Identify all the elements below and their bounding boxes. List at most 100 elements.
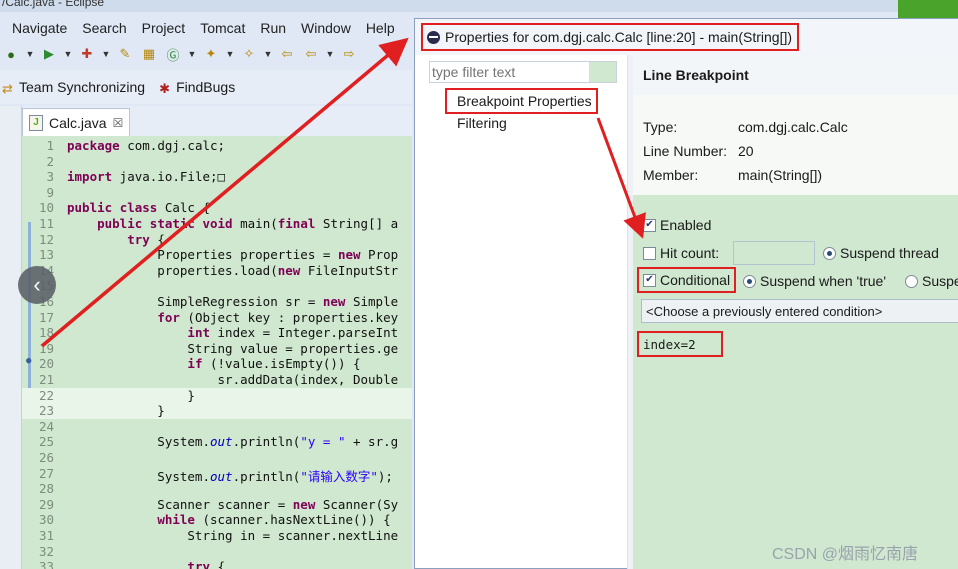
- menu-run[interactable]: Run: [260, 20, 286, 40]
- run-icon[interactable]: ▶: [40, 45, 58, 63]
- code-text: System.out.println("y = " + sr.g: [67, 434, 399, 450]
- suspend-thread-label: Suspend thread: [840, 245, 939, 261]
- new-class-icon[interactable]: Ⓖ: [164, 45, 182, 63]
- filter-clear-area: [589, 62, 616, 82]
- code-line: 25 System.out.println("y = " + sr.g: [22, 434, 412, 450]
- annotation-icon[interactable]: ✧: [240, 45, 258, 63]
- code-line: 9: [22, 185, 412, 201]
- line-number-value: 20: [738, 143, 754, 159]
- previous-slide-icon[interactable]: ‹: [18, 266, 56, 304]
- dropdown-arrow-icon[interactable]: ▼: [64, 45, 73, 63]
- suspend-true-radio[interactable]: [743, 274, 756, 288]
- new-wizard-icon[interactable]: ✎: [116, 45, 134, 63]
- code-line: 11 public static void main(final String[…: [22, 216, 412, 232]
- code-line: 24: [22, 419, 412, 435]
- line-number: 32: [38, 543, 54, 559]
- menu-help[interactable]: Help: [366, 20, 395, 40]
- suspend-changes-radio[interactable]: [905, 274, 918, 288]
- code-line: 33 try {: [22, 559, 412, 569]
- open-type-icon[interactable]: ✦: [202, 45, 220, 63]
- code-line: 2: [22, 154, 412, 170]
- code-line: 28: [22, 481, 412, 497]
- code-text: sr.addData(index, Double: [67, 372, 399, 387]
- hit-count-input[interactable]: [733, 241, 815, 265]
- line-number: 21: [38, 372, 54, 387]
- package-icon[interactable]: ▦: [140, 45, 158, 63]
- enabled-checkbox-row[interactable]: ✔ Enabled: [643, 217, 711, 233]
- line-number: 31: [38, 528, 54, 543]
- code-editor[interactable]: 1 package com.dgj.calc; 2 3 import java.io.F…: [22, 136, 412, 569]
- dropdown-arrow-icon[interactable]: ▼: [326, 45, 335, 63]
- code-line: 31 String in = scanner.nextLine: [22, 528, 412, 544]
- code-text: while (scanner.hasNextLine()) {: [157, 512, 391, 528]
- code-line: 1 package com.dgj.calc;: [22, 138, 412, 154]
- tree-item-breakpoint-properties[interactable]: Breakpoint Properties: [445, 88, 598, 114]
- next-edit-icon[interactable]: ⇦: [278, 45, 296, 63]
- menu-project[interactable]: Project: [142, 20, 186, 40]
- enabled-checkbox[interactable]: ✔: [643, 218, 656, 232]
- code-line: 10 public class Calc {: [22, 200, 412, 216]
- line-number: 25: [38, 434, 54, 450]
- code-text: String in = scanner.nextLine: [67, 528, 399, 543]
- line-number: 29: [38, 496, 54, 512]
- hit-count-checkbox-row[interactable]: Hit count:: [643, 245, 719, 261]
- code-line: 26: [22, 450, 412, 466]
- dropdown-arrow-icon[interactable]: ▼: [188, 45, 197, 63]
- condition-text-area[interactable]: index=2: [637, 331, 723, 357]
- line-number: 2: [46, 153, 54, 169]
- line-number: 17: [38, 309, 54, 325]
- suspend-true-radio-row[interactable]: Suspend when 'true': [743, 273, 886, 289]
- code-line: 22 }: [22, 387, 412, 404]
- page-title: Line Breakpoint: [643, 67, 749, 83]
- suspend-thread-radio[interactable]: [823, 246, 836, 260]
- conditional-checkbox-row[interactable]: ✔ Conditional: [637, 267, 737, 293]
- close-icon[interactable]: ☒: [113, 116, 124, 130]
- code-text: String value = properties.ge: [67, 340, 399, 356]
- external-tools-icon[interactable]: ✚: [78, 45, 96, 63]
- hit-count-checkbox[interactable]: [643, 246, 656, 260]
- forward-icon[interactable]: ⇨: [340, 45, 358, 63]
- properties-dialog: Properties for com.dgj.calc.Calc [line:2…: [414, 18, 958, 569]
- conditional-checkbox[interactable]: ✔: [643, 273, 656, 287]
- code-line: 14 properties.load(new FileInputStr: [22, 263, 412, 279]
- code-text: public class Calc {: [67, 200, 211, 216]
- code-line: 19 String value = properties.ge: [22, 341, 412, 357]
- external-window-corner: [898, 0, 958, 18]
- bullet-icon[interactable]: ●: [2, 45, 20, 63]
- menu-navigate[interactable]: Navigate: [12, 20, 67, 40]
- editor-tab-bar: J Calc.java ☒: [22, 106, 412, 136]
- condition-text: index=2: [643, 336, 696, 352]
- menu-tomcat[interactable]: Tomcat: [200, 20, 245, 40]
- hit-count-label: Hit count:: [660, 245, 720, 261]
- perspective-team-sync[interactable]: ⇄ Team Synchronizing: [2, 79, 145, 96]
- breakpoint-icon[interactable]: ●: [26, 356, 31, 366]
- info-member-row: Member: main(String[]): [643, 167, 822, 183]
- suspend-changes-radio-row[interactable]: Suspe: [905, 273, 958, 289]
- tree-item-filtering[interactable]: Filtering: [457, 115, 507, 131]
- code-text: SimpleRegression sr = new Simple: [67, 294, 399, 309]
- perspective-findbugs[interactable]: ✱ FindBugs: [159, 79, 235, 96]
- main-toolbar: ● ▼ ▶ ▼ ✚ ▼ ✎ ▦ Ⓖ ▼ ✦ ▼ ✧ ▼ ⇦ ⇦ ▼ ⇨: [0, 42, 412, 66]
- dropdown-arrow-icon[interactable]: ▼: [102, 45, 111, 63]
- back-icon[interactable]: ⇦: [302, 45, 320, 63]
- line-number: 24: [38, 418, 54, 434]
- team-sync-icon: ⇄: [2, 80, 13, 96]
- enabled-label: Enabled: [660, 217, 712, 233]
- menu-window[interactable]: Window: [301, 20, 351, 40]
- window-title-bar: /Calc.java - Eclipse: [0, 0, 958, 12]
- code-line: 23 }: [22, 403, 412, 419]
- dropdown-arrow-icon[interactable]: ▼: [264, 45, 273, 63]
- line-number: 1: [46, 138, 54, 153]
- code-line: 17 for (Object key : properties.key: [22, 310, 412, 326]
- menu-search[interactable]: Search: [82, 20, 126, 40]
- dropdown-arrow-icon[interactable]: ▼: [226, 45, 235, 63]
- info-type-row: Type: com.dgj.calc.Calc: [643, 119, 848, 135]
- code-line: 20 if (!value.isEmpty()) {●: [22, 356, 412, 372]
- editor-tab-calc-java[interactable]: J Calc.java ☒: [22, 108, 130, 136]
- editor-tab-label: Calc.java: [49, 114, 107, 131]
- dropdown-arrow-icon[interactable]: ▼: [26, 45, 35, 63]
- condition-history-select[interactable]: <Choose a previously entered condition>: [641, 299, 958, 323]
- page-header: Line Breakpoint: [633, 55, 958, 95]
- suspend-thread-radio-row[interactable]: Suspend thread: [823, 245, 939, 261]
- line-number: 20: [38, 356, 54, 372]
